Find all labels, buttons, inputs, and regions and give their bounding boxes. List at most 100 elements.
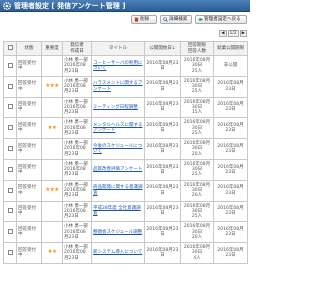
row-checkbox[interactable] — [7, 83, 13, 89]
answer-cell: 2016年08月30日 15人 — [180, 96, 214, 119]
title-header[interactable]: タイトル — [91, 41, 145, 56]
answer-cell: 2016年08月30日 25人 — [180, 55, 214, 77]
end-date-cell: 2016年08月23日 — [213, 242, 248, 264]
back-to-settings-button[interactable]: 管理者設定へ戻る — [195, 15, 247, 24]
survey-title-link[interactable]: 平成28年度 全社意識調査 — [93, 206, 141, 216]
delete-button[interactable]: 削除 — [131, 15, 157, 24]
status-cell: 回答受付中 — [16, 221, 42, 244]
row-checkbox-cell[interactable] — [3, 179, 17, 202]
row-checkbox[interactable] — [7, 145, 13, 151]
answer-cell: 2016年08月30日 25人 — [180, 200, 214, 223]
answer-count: 20人 — [191, 193, 203, 199]
row-checkbox[interactable] — [7, 249, 13, 255]
end-date-cell: 非公開 — [213, 55, 248, 77]
row-checkbox[interactable] — [7, 125, 13, 131]
survey-title-link[interactable]: 今後のスケジュールについて — [93, 144, 142, 154]
importance-header[interactable]: 重要度 — [41, 41, 63, 56]
row-checkbox-cell[interactable] — [3, 75, 17, 98]
answer-deadline: 2016年08月30日 — [183, 58, 211, 69]
table-row[interactable]: 回答受付中 小林 勇一部 2016年08月23日 品質改善評価アンケート 2016年08… — [3, 158, 248, 181]
row-checkbox[interactable] — [7, 229, 13, 235]
status-cell: 回答受付中 — [16, 179, 42, 202]
row-checkbox-cell[interactable] — [3, 96, 17, 119]
table-row[interactable]: 回答受付中 小林 勇一部 2016年08月23日 懇親会スケジュール調整 2016年08… — [3, 221, 248, 244]
row-checkbox-cell[interactable] — [3, 242, 17, 264]
survey-title-link[interactable]: 新システム導入について — [93, 250, 142, 255]
title-cell: ミーティング日程調整 — [91, 96, 145, 119]
publish-start-cell: 2016年08月23日 — [144, 117, 181, 140]
created-date: 2016年08月23日 — [64, 63, 86, 74]
importance-stars: ★★ — [41, 242, 63, 264]
next-page-button[interactable]: ▶ — [239, 30, 247, 37]
row-checkbox[interactable] — [7, 104, 13, 110]
created-date: 2016年08月23日 — [64, 208, 86, 220]
table-row[interactable]: 回答受付中 ★★★ 小林 勇一部 2016年08月23日 商品開発に関する意識調査 201… — [3, 179, 248, 202]
answer-deadline: 2016年08月30日 — [183, 99, 211, 110]
detail-search-label: 詳細検索 — [169, 17, 188, 22]
title-cell: 懇親会スケジュール調整 — [91, 221, 145, 244]
table-row[interactable]: 回答受付中 小林 勇一部 2016年08月23日 コーヒーサーバの利用について 2016… — [3, 55, 248, 77]
survey-title-link[interactable]: 商品開発に関する意識調査 — [93, 185, 143, 195]
row-checkbox[interactable] — [7, 208, 13, 214]
row-checkbox-cell[interactable] — [3, 158, 17, 181]
publish-start-cell: 2016年08月23日 — [144, 96, 181, 119]
select-all-checkbox[interactable] — [7, 45, 13, 51]
answer-count: 25人 — [191, 89, 203, 95]
publish-start-cell: 2016年08月23日 — [144, 179, 181, 202]
survey-title-link[interactable]: 品質改善評価アンケート — [93, 167, 142, 172]
importance-stars — [41, 138, 63, 160]
registrant-header[interactable]: 発信者 作成日 — [62, 41, 92, 56]
answer-count: 25人 — [191, 172, 203, 178]
row-checkbox[interactable] — [7, 166, 13, 172]
registrant-cell: 小林 勇一部 2016年08月23日 — [62, 55, 92, 77]
row-checkbox-cell[interactable] — [3, 117, 17, 140]
table-row[interactable]: 回答受付中 小林 勇一部 2016年08月23日 今後のスケジュールについて 2016年… — [3, 138, 248, 160]
row-checkbox[interactable] — [7, 187, 13, 193]
row-checkbox-cell[interactable] — [3, 138, 17, 160]
registrant-name: 小林 勇一部 — [64, 120, 88, 126]
detail-search-button[interactable]: 詳細検索 — [160, 15, 192, 24]
registrant-cell: 小林 勇一部 2016年08月23日 — [62, 200, 92, 223]
publish-start-header[interactable]: 公開開始日↓ — [144, 41, 181, 56]
table-row[interactable]: 回答受付中 小林 勇一部 2016年08月23日 ミーティング日程調整 2016年08月… — [3, 96, 248, 119]
answer-deadline: 2016年08月30日 — [183, 162, 211, 173]
answer-deadline: 2016年08月30日 — [183, 78, 211, 90]
answer-deadline: 2016年08月30日 — [183, 141, 211, 152]
table-row[interactable]: 回答受付中 ★★ 小林 勇一部 2016年08月23日 新システム導入について 2016年… — [3, 242, 248, 264]
survey-title-link[interactable]: 懇親会スケジュール調整 — [93, 230, 142, 235]
survey-title-link[interactable]: ハラスメントに関するアンケート — [93, 81, 142, 91]
survey-title-link[interactable]: ミーティング日程調整 — [93, 105, 138, 110]
publish-start-cell: 2016年08月23日 — [144, 138, 181, 160]
row-checkbox[interactable] — [7, 62, 13, 68]
status-cell: 回答受付中 — [16, 242, 42, 264]
page-select[interactable]: 1/2 — [227, 30, 239, 37]
status-cell: 回答受付中 — [16, 138, 42, 160]
answer-count: 25人 — [191, 130, 203, 136]
survey-title-link[interactable]: コーヒーサーバの利用について — [93, 61, 142, 71]
trash-icon — [134, 17, 139, 22]
answer-deadline: 2016年08月30日 — [183, 224, 211, 235]
table-row[interactable]: 回答受付中 小林 勇一部 2016年08月23日 平成28年度 全社意識調査 2016年… — [3, 200, 248, 223]
answer-cell: 2016年08月30日 20人 — [180, 179, 214, 202]
title-cell: 今後のスケジュールについて — [91, 138, 145, 160]
row-checkbox-cell[interactable] — [3, 200, 17, 223]
answer-cell: 2016年08月30日 25人 — [180, 75, 214, 98]
created-date: 2016年08月23日 — [64, 104, 86, 116]
prev-page-button[interactable]: ◀ — [219, 30, 227, 37]
end-date-header[interactable]: 就業公開期限 — [213, 41, 248, 56]
survey-title-link[interactable]: メンタルヘルスに関するアンケート — [93, 123, 143, 133]
answer-deadline-header[interactable]: 回答期限 回答人数 — [180, 41, 214, 56]
row-checkbox-cell[interactable] — [3, 221, 17, 244]
table-row[interactable]: 回答受付中 ★★★ 小林 勇一部 2016年08月23日 ハラスメントに関するアンケート… — [3, 75, 248, 98]
answer-count: 20人 — [191, 151, 203, 157]
publish-start-cell: 2016年08月23日 — [144, 75, 181, 98]
row-checkbox-cell[interactable] — [3, 55, 17, 77]
select-all-checkbox-header[interactable] — [3, 41, 17, 56]
status-header[interactable]: 状態 — [16, 41, 42, 56]
table-header-row: 状態 重要度 発信者 作成日 タイトル 公開開始日↓ 回答期限 回答人数 就業公… — [3, 41, 248, 56]
table-row[interactable]: 回答受付中 ★★ 小林 勇一部 2016年08月23日 メンタルヘルスに関するアンケート… — [3, 117, 248, 140]
importance-stars — [41, 221, 63, 244]
importance-stars — [41, 55, 63, 77]
title-cell: 品質改善評価アンケート — [91, 158, 145, 181]
registrant-cell: 小林 勇一部 2016年08月23日 — [62, 221, 92, 244]
